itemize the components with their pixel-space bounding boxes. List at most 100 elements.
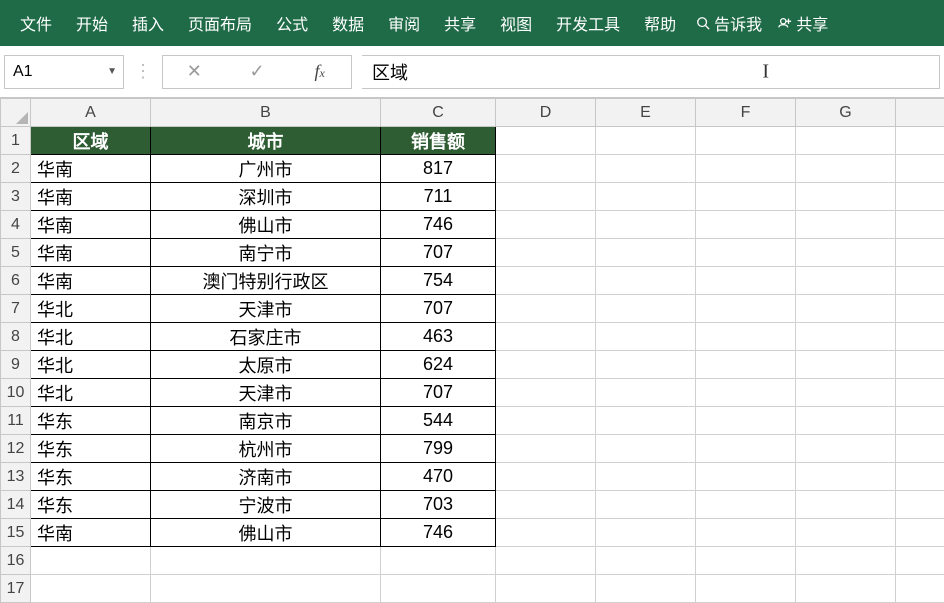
cell-G6[interactable]: [796, 267, 896, 295]
cell-B4[interactable]: 佛山市: [151, 211, 381, 239]
cell-E17[interactable]: [596, 575, 696, 603]
cell-C2[interactable]: 817: [381, 155, 496, 183]
cell-F6[interactable]: [696, 267, 796, 295]
cell-C15[interactable]: 746: [381, 519, 496, 547]
cell-F11[interactable]: [696, 407, 796, 435]
cell-B8[interactable]: 石家庄市: [151, 323, 381, 351]
cell-A14[interactable]: 华东: [31, 491, 151, 519]
cell-A4[interactable]: 华南: [31, 211, 151, 239]
cell-B3[interactable]: 深圳市: [151, 183, 381, 211]
cell-E13[interactable]: [596, 463, 696, 491]
row-header-9[interactable]: 9: [1, 351, 31, 379]
cell-D4[interactable]: [496, 211, 596, 239]
col-header-F[interactable]: F: [696, 99, 796, 127]
tell-me-search[interactable]: 告诉我: [688, 11, 770, 35]
cell-F7[interactable]: [696, 295, 796, 323]
row-header-7[interactable]: 7: [1, 295, 31, 323]
row-header-15[interactable]: 15: [1, 519, 31, 547]
cell-D11[interactable]: [496, 407, 596, 435]
cell-A2[interactable]: 华南: [31, 155, 151, 183]
cell-E10[interactable]: [596, 379, 696, 407]
cell-E3[interactable]: [596, 183, 696, 211]
col-header-G[interactable]: G: [796, 99, 896, 127]
cell-E5[interactable]: [596, 239, 696, 267]
cell-G11[interactable]: [796, 407, 896, 435]
cell-D2[interactable]: [496, 155, 596, 183]
cell-F13[interactable]: [696, 463, 796, 491]
row-header-11[interactable]: 11: [1, 407, 31, 435]
cell-B2[interactable]: 广州市: [151, 155, 381, 183]
cell-C5[interactable]: 707: [381, 239, 496, 267]
select-all-corner[interactable]: [1, 99, 31, 127]
cell-D13[interactable]: [496, 463, 596, 491]
cell-F3[interactable]: [696, 183, 796, 211]
cell-B7[interactable]: 天津市: [151, 295, 381, 323]
ribbon-tab-view[interactable]: 视图: [488, 0, 544, 46]
cell-G16[interactable]: [796, 547, 896, 575]
cell-H16[interactable]: [896, 547, 944, 575]
cell-C7[interactable]: 707: [381, 295, 496, 323]
cell-C13[interactable]: 470: [381, 463, 496, 491]
cell-G13[interactable]: [796, 463, 896, 491]
cell-C9[interactable]: 624: [381, 351, 496, 379]
cell-B14[interactable]: 宁波市: [151, 491, 381, 519]
cell-B6[interactable]: 澳门特别行政区: [151, 267, 381, 295]
cell-F15[interactable]: [696, 519, 796, 547]
ribbon-tab-formulas[interactable]: 公式: [264, 0, 320, 46]
cell-H13[interactable]: [896, 463, 944, 491]
cell-H12[interactable]: [896, 435, 944, 463]
cell-E14[interactable]: [596, 491, 696, 519]
cell-H3[interactable]: [896, 183, 944, 211]
row-header-13[interactable]: 13: [1, 463, 31, 491]
cell-B15[interactable]: 佛山市: [151, 519, 381, 547]
row-header-3[interactable]: 3: [1, 183, 31, 211]
row-header-17[interactable]: 17: [1, 575, 31, 603]
cell-E8[interactable]: [596, 323, 696, 351]
cell-F2[interactable]: [696, 155, 796, 183]
ribbon-tab-home[interactable]: 开始: [64, 0, 120, 46]
cell-C1[interactable]: 销售额: [381, 127, 496, 155]
cell-H14[interactable]: [896, 491, 944, 519]
cell-B11[interactable]: 南京市: [151, 407, 381, 435]
row-header-10[interactable]: 10: [1, 379, 31, 407]
cell-C17[interactable]: [381, 575, 496, 603]
cell-H7[interactable]: [896, 295, 944, 323]
cell-E6[interactable]: [596, 267, 696, 295]
cell-G5[interactable]: [796, 239, 896, 267]
col-header-overflow[interactable]: [896, 99, 944, 127]
cell-A15[interactable]: 华南: [31, 519, 151, 547]
share-button[interactable]: 共享: [770, 11, 836, 35]
ribbon-tab-help[interactable]: 帮助: [632, 0, 688, 46]
ribbon-tab-file[interactable]: 文件: [8, 0, 64, 46]
cell-F5[interactable]: [696, 239, 796, 267]
cell-E9[interactable]: [596, 351, 696, 379]
cell-H4[interactable]: [896, 211, 944, 239]
cell-F1[interactable]: [696, 127, 796, 155]
cell-H2[interactable]: [896, 155, 944, 183]
row-header-4[interactable]: 4: [1, 211, 31, 239]
cell-A16[interactable]: [31, 547, 151, 575]
cell-C14[interactable]: 703: [381, 491, 496, 519]
cell-G9[interactable]: [796, 351, 896, 379]
row-header-1[interactable]: 1: [1, 127, 31, 155]
cell-A1[interactable]: 区域: [31, 127, 151, 155]
cell-D7[interactable]: [496, 295, 596, 323]
ribbon-tab-dev[interactable]: 开发工具: [544, 0, 632, 46]
cell-F8[interactable]: [696, 323, 796, 351]
cell-H11[interactable]: [896, 407, 944, 435]
cell-D17[interactable]: [496, 575, 596, 603]
cell-B5[interactable]: 南宁市: [151, 239, 381, 267]
cell-B10[interactable]: 天津市: [151, 379, 381, 407]
cell-A13[interactable]: 华东: [31, 463, 151, 491]
cell-D5[interactable]: [496, 239, 596, 267]
cell-F16[interactable]: [696, 547, 796, 575]
cell-G8[interactable]: [796, 323, 896, 351]
cell-D6[interactable]: [496, 267, 596, 295]
cell-H1[interactable]: [896, 127, 944, 155]
cell-H17[interactable]: [896, 575, 944, 603]
cell-F4[interactable]: [696, 211, 796, 239]
cell-A11[interactable]: 华东: [31, 407, 151, 435]
row-header-8[interactable]: 8: [1, 323, 31, 351]
cell-H5[interactable]: [896, 239, 944, 267]
row-header-12[interactable]: 12: [1, 435, 31, 463]
